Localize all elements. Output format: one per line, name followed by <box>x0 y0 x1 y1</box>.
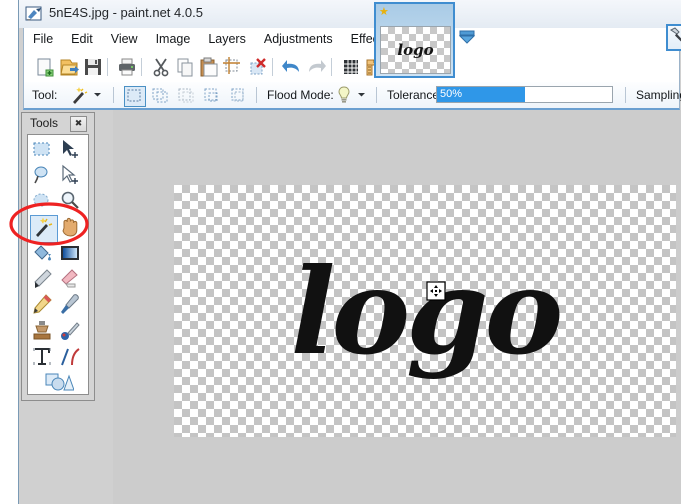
print-icon[interactable] <box>116 56 138 78</box>
flood-chevron-down-icon[interactable] <box>357 91 366 98</box>
selmode-intersect[interactable] <box>228 86 250 107</box>
cut-icon[interactable] <box>150 56 172 78</box>
title-bar[interactable]: 5nE4S.jpg - paint.net 4.0.5 <box>19 0 681 28</box>
selmode-xor[interactable] <box>202 86 224 107</box>
deselect-all-icon[interactable] <box>246 56 268 78</box>
settings-hammer-icon[interactable] <box>666 24 681 51</box>
tool-ellipse-select[interactable] <box>30 189 56 215</box>
tolerance-slider[interactable]: 50% <box>436 86 613 103</box>
flood-mode-label: Flood Mode: <box>267 88 334 102</box>
tool-clone-stamp[interactable] <box>30 319 56 345</box>
options-separator-1 <box>113 87 114 103</box>
tool-color-picker[interactable] <box>58 293 84 319</box>
canvas-logo-text: logo <box>174 185 676 437</box>
move-crosshair-cursor <box>426 281 446 301</box>
tool-lasso-select[interactable] <box>30 163 56 189</box>
tool-magic-wand[interactable] <box>30 215 58 243</box>
tool-move-selection[interactable] <box>58 163 84 189</box>
tool-move-selected[interactable] <box>58 137 84 163</box>
menu-image[interactable]: Image <box>147 28 200 50</box>
tools-grid <box>27 134 89 395</box>
open-icon[interactable] <box>58 56 80 78</box>
tool-rectangle-select[interactable] <box>30 137 56 163</box>
image-canvas[interactable]: logo <box>174 185 676 437</box>
thumbnail-dropdown-icon[interactable] <box>459 30 475 44</box>
redo-icon[interactable] <box>305 56 327 78</box>
document-thumbnail-tab[interactable]: ★ logo <box>374 2 455 78</box>
tools-panel-title: Tools <box>30 116 58 130</box>
tool-pan[interactable] <box>58 215 84 241</box>
tool-eraser[interactable] <box>58 267 84 293</box>
star-icon: ★ <box>379 6 391 18</box>
window-title: 5nE4S.jpg - paint.net 4.0.5 <box>49 5 203 20</box>
paintnet-icon <box>25 5 43 23</box>
tools-panel-header[interactable]: Tools ✖ <box>22 113 94 133</box>
main-toolbar <box>23 52 680 82</box>
magic-wand-icon[interactable] <box>69 86 88 105</box>
menu-view[interactable]: View <box>102 28 147 50</box>
paintnet-window: 5nE4S.jpg - paint.net 4.0.5 FileEditView… <box>18 0 681 504</box>
toolbar-separator-1 <box>107 58 108 76</box>
copy-icon[interactable] <box>174 56 196 78</box>
document-thumbnail-image: logo <box>380 26 451 74</box>
tool-gradient[interactable] <box>58 241 84 267</box>
tool-label: Tool: <box>32 88 57 102</box>
crop-to-selection-icon[interactable] <box>222 56 244 78</box>
new-icon[interactable] <box>34 56 56 78</box>
tool-text[interactable] <box>30 345 56 371</box>
tool-line-curve[interactable] <box>58 345 84 371</box>
tool-paint-bucket[interactable] <box>30 241 56 267</box>
menu-file[interactable]: File <box>24 28 62 50</box>
menu-edit[interactable]: Edit <box>62 28 102 50</box>
tool-pencil[interactable] <box>30 293 56 319</box>
screenshot-root: 5nE4S.jpg - paint.net 4.0.5 FileEditView… <box>0 0 681 504</box>
tool-shapes[interactable] <box>44 371 74 397</box>
selmode-exclude[interactable] <box>176 86 198 107</box>
undo-icon[interactable] <box>281 56 303 78</box>
options-separator-4 <box>625 87 626 103</box>
sampling-label: Sampling: <box>636 88 681 102</box>
options-separator-3 <box>376 87 377 103</box>
tool-recolor[interactable] <box>58 319 84 345</box>
lightbulb-icon[interactable] <box>337 86 351 104</box>
save-icon[interactable] <box>82 56 104 78</box>
menu-bar: FileEditViewImageLayersAdjustmentsEffect… <box>23 28 680 52</box>
tool-paintbrush[interactable] <box>30 267 56 293</box>
thumbnail-logo-text: logo <box>381 27 450 73</box>
menu-adjustments[interactable]: Adjustments <box>255 28 342 50</box>
canvas-viewport[interactable]: logo <box>113 110 681 504</box>
selmode-union[interactable] <box>150 86 172 107</box>
tool-zoom[interactable] <box>58 189 84 215</box>
close-icon[interactable]: ✖ <box>70 116 87 132</box>
desktop-left-strip <box>0 0 18 504</box>
toolbar-separator-3 <box>272 58 273 76</box>
tools-panel[interactable]: Tools ✖ <box>21 112 95 401</box>
menu-layers[interactable]: Layers <box>199 28 255 50</box>
grid-icon[interactable] <box>340 56 362 78</box>
chevron-down-icon[interactable] <box>93 91 102 98</box>
toolbar-separator-2 <box>141 58 142 76</box>
paste-icon[interactable] <box>198 56 220 78</box>
toolbar-separator-4 <box>331 58 332 76</box>
selmode-replace[interactable] <box>124 86 146 107</box>
tolerance-value: 50% <box>440 88 462 100</box>
options-separator-2 <box>256 87 257 103</box>
tolerance-label: Tolerance: <box>387 88 442 102</box>
